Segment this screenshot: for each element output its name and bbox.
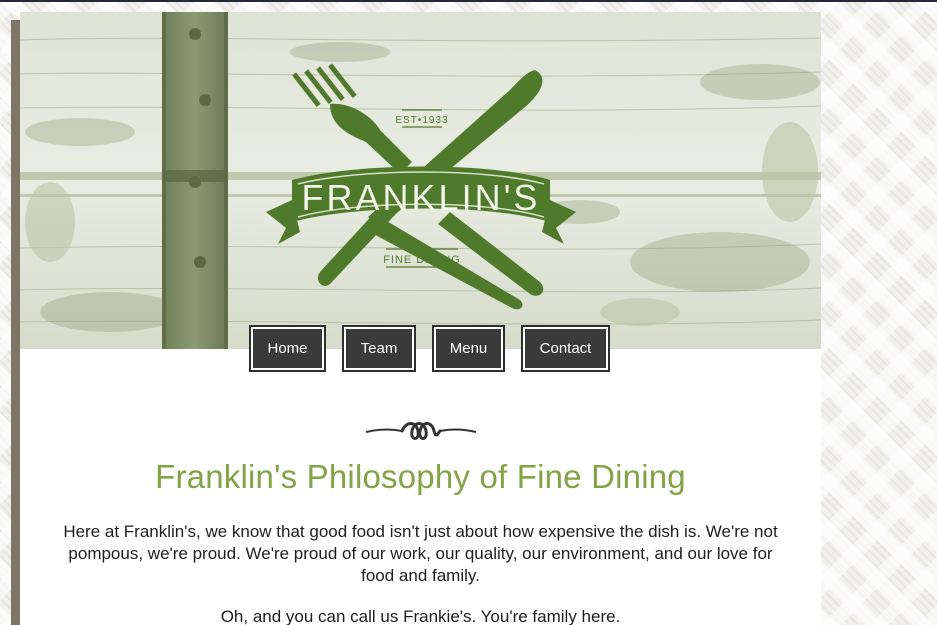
logo-established: EST•1933 <box>395 115 448 126</box>
ornament-divider-icon <box>365 422 477 440</box>
nav-menu-button[interactable]: Menu <box>432 325 505 372</box>
window-top-edge <box>0 0 937 2</box>
nav-contact-button[interactable]: Contact <box>521 325 610 372</box>
nav-team-label: Team <box>347 330 411 367</box>
page-title: Franklin's Philosophy of Fine Dining <box>155 458 686 495</box>
nav-team-button[interactable]: Team <box>342 325 416 372</box>
family-paragraph: Oh, and you can call us Frankie's. You'r… <box>220 607 621 625</box>
page-container: FRANKLIN'S EST•1933 FINE DINING Home Tea… <box>20 12 821 625</box>
hero-banner: FRANKLIN'S EST•1933 FINE DINING <box>20 12 821 349</box>
nav-home-button[interactable]: Home <box>249 325 326 372</box>
intro-paragraph: Here at Franklin's, we know that good fo… <box>63 522 778 585</box>
nav-menu-label: Menu <box>437 330 500 367</box>
nav-home-label: Home <box>254 330 321 367</box>
logo-tagline: FINE DINING <box>383 254 461 266</box>
nav-contact-label: Contact <box>526 330 605 367</box>
hero-wood-background: FRANKLIN'S EST•1933 FINE DINING <box>20 12 821 349</box>
logo-name: FRANKLIN'S <box>302 177 541 218</box>
main-nav: Home Team Menu Contact <box>20 325 821 373</box>
